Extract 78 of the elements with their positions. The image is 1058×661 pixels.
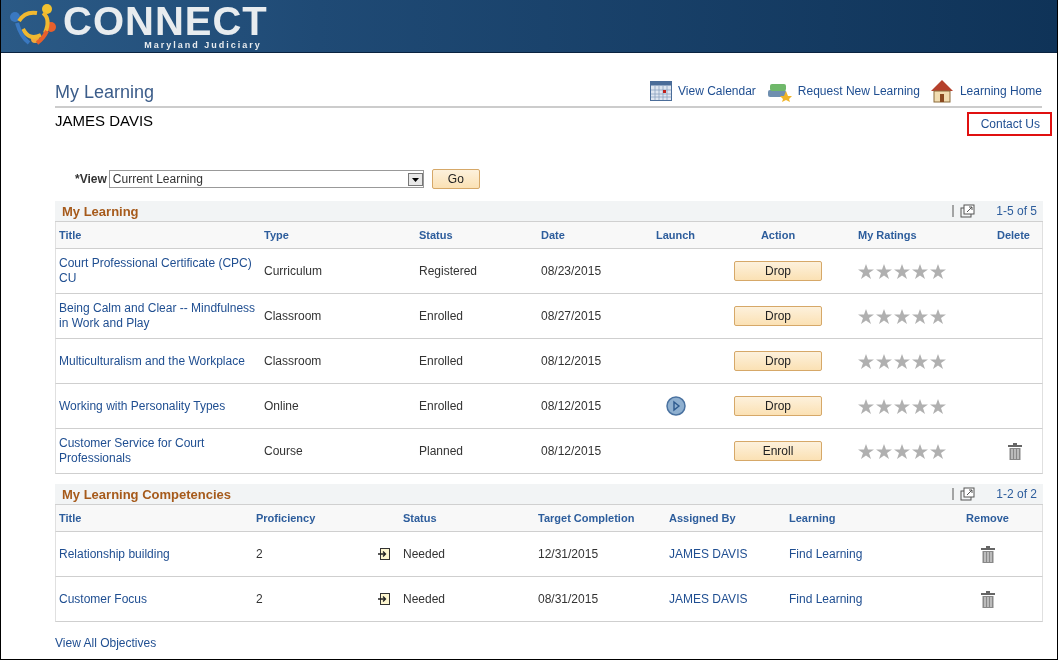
action-button[interactable]: Drop	[734, 396, 822, 416]
row-count: 1-5 of 5	[996, 204, 1037, 218]
table-cell-text: 08/12/2015	[540, 444, 603, 458]
logo-title: CONNECT	[63, 2, 268, 40]
play-icon[interactable]	[665, 396, 686, 416]
column-header: Delete	[995, 229, 1031, 241]
assigned-by-link[interactable]: JAMES DAVIS	[666, 591, 786, 607]
separator-popout-icon[interactable]	[952, 487, 977, 501]
house-icon	[929, 79, 954, 103]
separator-popout-icon[interactable]	[952, 204, 977, 218]
find-learning-link[interactable]: Find Learning	[786, 546, 933, 562]
section-title: My Learning Competencies	[62, 486, 232, 502]
trash-icon[interactable]	[980, 590, 995, 608]
course-title-link[interactable]: Customer Service for Court Professionals	[56, 436, 261, 466]
column-header: Title	[58, 512, 83, 524]
table-cell-text: 08/27/2015	[540, 309, 603, 323]
table-cell-text: 08/23/2015	[540, 264, 603, 278]
column-header: Title	[58, 229, 83, 241]
column-header: Action	[759, 229, 797, 241]
table-cell-text: Classroom	[263, 354, 323, 368]
table-cell-text: 2	[255, 547, 264, 561]
header-link[interactable]: View Calendar	[650, 81, 756, 101]
table-cell-text: Course	[263, 444, 304, 458]
table-cell-text: Enrolled	[418, 399, 465, 413]
table-cell-text: 12/31/2015	[537, 547, 600, 561]
course-title-link[interactable]: Multiculturalism and the Workplace	[56, 353, 261, 369]
competency-title-link[interactable]: Customer Focus	[56, 591, 253, 607]
page-title: My Learning	[55, 82, 155, 103]
arrow-into-box-icon[interactable]	[378, 593, 390, 605]
table-cell-text: 08/31/2015	[537, 592, 600, 606]
column-header: Target Completion	[537, 512, 636, 524]
column-header: Proficiency	[255, 512, 317, 524]
trash-icon[interactable]	[1008, 442, 1022, 460]
view-all-objectives-link[interactable]: View All Objectives	[55, 636, 157, 650]
row-count: 1-2 of 2	[996, 487, 1037, 501]
contact-us-link[interactable]: Contact Us	[966, 112, 1052, 136]
table-cell-text: Classroom	[263, 309, 323, 323]
column-header: My Ratings	[857, 229, 918, 241]
column-header: Date	[540, 229, 566, 241]
table-cell-text: Registered	[418, 264, 479, 278]
find-learning-link[interactable]: Find Learning	[786, 591, 933, 607]
action-button[interactable]: Drop	[734, 306, 822, 326]
column-header: Assigned By	[668, 512, 737, 524]
course-title-link[interactable]: Court Professional Certificate (CPC) CU	[56, 256, 261, 286]
table-cell-text: Needed	[402, 547, 447, 561]
header-link[interactable]: Learning Home	[929, 79, 1042, 103]
table-cell-text: 08/12/2015	[540, 354, 603, 368]
table-cell-text: Needed	[402, 592, 447, 606]
column-header: Learning	[788, 512, 837, 524]
action-button[interactable]: Drop	[734, 261, 822, 281]
course-title-link[interactable]: Working with Personality Types	[56, 398, 261, 414]
action-button[interactable]: Drop	[734, 351, 822, 371]
table-cell-text: Enrolled	[418, 354, 465, 368]
column-header: Type	[263, 229, 290, 241]
calendar-icon	[650, 81, 673, 101]
table-cell-text: 08/12/2015	[540, 399, 603, 413]
table-cell-text: Planned	[418, 444, 465, 458]
logo-subtitle: Maryland Judiciary	[144, 40, 262, 50]
table-cell-text: 2	[255, 592, 264, 606]
competency-title-link[interactable]: Relationship building	[56, 546, 253, 562]
view-label: *View	[75, 172, 107, 186]
course-title-link[interactable]: Being Calm and Clear -- Mindfulness in Work and Play	[56, 301, 261, 331]
arrow-into-box-icon[interactable]	[378, 548, 390, 560]
view-dropdown[interactable]: Current Learning	[108, 170, 424, 188]
go-button[interactable]: Go	[431, 169, 480, 189]
table-cell-text: Curriculum	[263, 264, 323, 278]
table-cell-text: Enrolled	[418, 309, 465, 323]
user-name: JAMES DAVIS	[55, 112, 154, 129]
action-button[interactable]: Enroll	[734, 441, 822, 461]
column-header: Remove	[965, 512, 1010, 524]
column-header: Status	[418, 229, 454, 241]
column-header: Status	[402, 512, 438, 524]
assigned-by-link[interactable]: JAMES DAVIS	[666, 546, 786, 562]
column-header: Launch	[654, 229, 697, 241]
section-title: My Learning	[62, 203, 139, 219]
table-cell-text: Online	[263, 399, 300, 413]
header-link[interactable]: Request New Learning	[765, 80, 920, 102]
trash-icon[interactable]	[980, 545, 995, 563]
